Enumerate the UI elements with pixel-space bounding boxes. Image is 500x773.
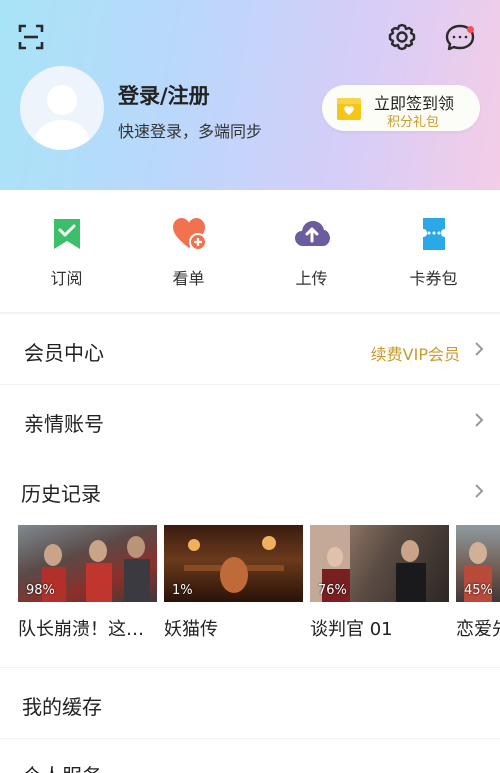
watchlist-label: 看单 (172, 269, 205, 288)
video-title[interactable]: 谈判官 01 (310, 615, 449, 641)
subscribe-button[interactable]: 订阅 (4, 190, 129, 312)
history-title[interactable]: 历史记录 (21, 478, 101, 507)
my-cache-title: 我的缓存 (22, 695, 102, 719)
personal-services-title: 个人服务 (22, 760, 102, 773)
message-icon[interactable] (442, 20, 478, 54)
watch-progress: 98% (26, 583, 55, 598)
family-account-row[interactable]: 亲情账号 (0, 385, 500, 455)
subscribe-label: 订阅 (50, 269, 83, 288)
settings-gear-icon[interactable] (385, 20, 419, 54)
watchlist-button[interactable]: 看单 (126, 190, 251, 312)
bookmark-check-icon (48, 215, 86, 253)
chevron-right-icon (474, 412, 484, 428)
login-subtitle: 快速登录，多端同步 (118, 122, 263, 141)
history-thumbnail[interactable]: 1% (164, 525, 303, 602)
gift-icon (336, 95, 362, 121)
upload-button[interactable]: 上传 (249, 190, 374, 312)
video-title[interactable]: 妖猫传 (164, 615, 303, 641)
history-thumbnail[interactable]: 45% (456, 525, 500, 602)
history-section: 历史记录 98% 1% 76% 45% 队长崩溃！这… 妖猫传 谈判官 01 恋… (0, 455, 500, 667)
upload-label: 上传 (295, 269, 328, 288)
ticket-icon (415, 215, 453, 253)
coupon-wallet-button[interactable]: 卡券包 (371, 190, 496, 312)
chevron-right-icon (474, 341, 484, 357)
profile-header: 登录/注册 快速登录，多端同步 立即签到领 积分礼包 (0, 0, 500, 190)
scan-icon[interactable] (14, 20, 48, 54)
signin-reward-label: 积分礼包 (387, 115, 440, 130)
vip-center-title: 会员中心 (24, 341, 104, 365)
my-cache-row[interactable]: 我的缓存 (0, 668, 500, 738)
heart-plus-icon (170, 215, 208, 253)
notification-dot (467, 26, 474, 33)
watch-progress: 1% (172, 583, 193, 598)
family-account-title: 亲情账号 (24, 412, 104, 436)
daily-signin-button[interactable]: 立即签到领 积分礼包 (322, 85, 480, 131)
coupon-wallet-label: 卡券包 (409, 269, 458, 288)
renew-vip-link[interactable]: 续费VIP会员 (371, 341, 460, 365)
login-register-link[interactable]: 登录/注册 (118, 80, 210, 110)
watch-progress: 45% (464, 583, 493, 598)
quick-actions: 订阅 看单 上传 卡券包 (0, 190, 500, 312)
history-thumbnail[interactable]: 98% (18, 525, 157, 602)
vip-center-row[interactable]: 会员中心 续费VIP会员 (0, 314, 500, 384)
video-title[interactable]: 恋爱先 (456, 615, 500, 641)
cloud-upload-icon (293, 215, 331, 253)
avatar[interactable] (20, 66, 104, 150)
history-thumbnail[interactable]: 76% (310, 525, 449, 602)
personal-services-row[interactable]: 个人服务 (0, 739, 500, 773)
watch-progress: 76% (318, 583, 347, 598)
video-title[interactable]: 队长崩溃！这… (18, 615, 157, 641)
chevron-right-icon[interactable] (474, 483, 484, 499)
